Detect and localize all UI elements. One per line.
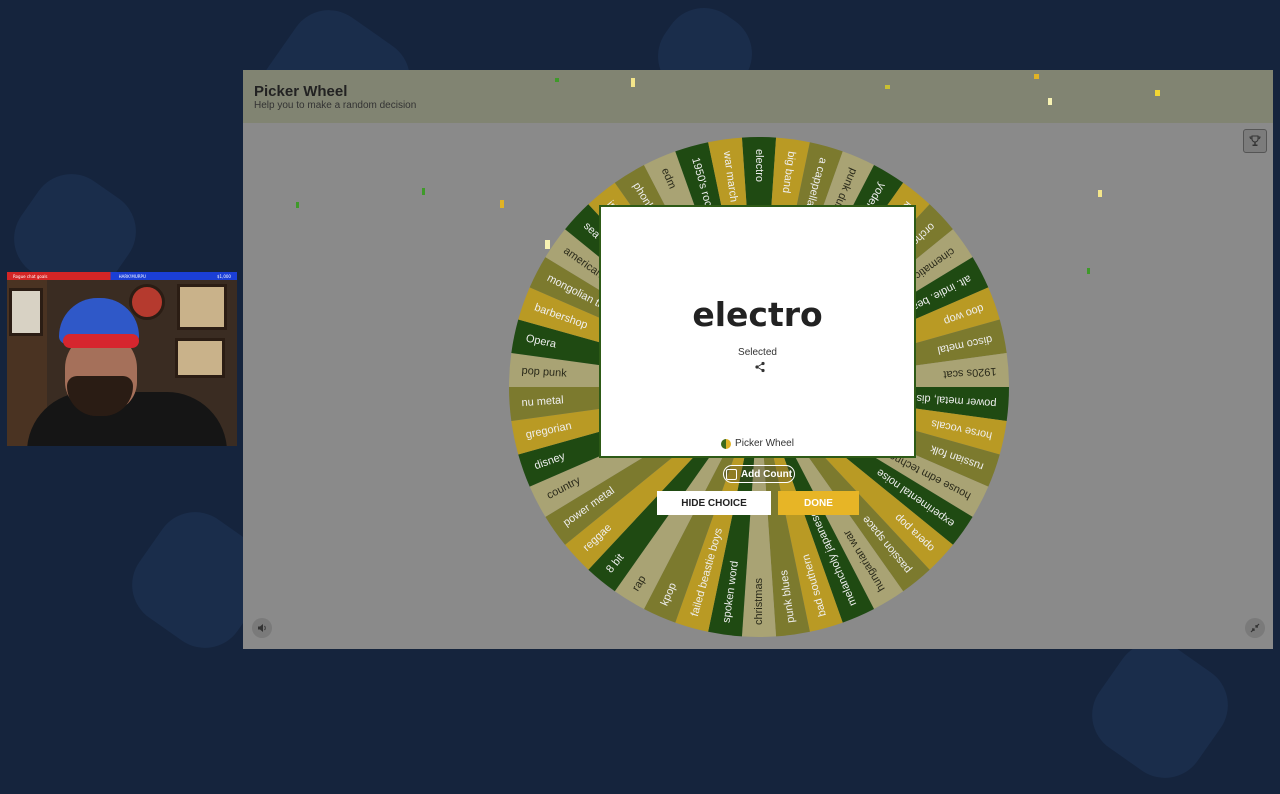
picker-wheel-logo-icon xyxy=(721,438,732,449)
share-icon[interactable] xyxy=(754,361,766,373)
collapse-icon xyxy=(1250,623,1260,633)
wheel-segment-label: christmas xyxy=(753,577,765,625)
brand-name: Picker Wheel xyxy=(735,438,794,449)
goal-name: HARK!MURPU xyxy=(118,273,146,279)
confetti xyxy=(631,78,635,87)
app-subtitle: Help you to make a random decision xyxy=(254,100,417,111)
brand-footer: Picker Wheel xyxy=(601,438,914,449)
confetti xyxy=(545,240,550,249)
add-count-label: Add Count xyxy=(740,468,793,480)
result-value: electro xyxy=(692,295,823,334)
exit-fullscreen-button[interactable] xyxy=(1245,618,1265,638)
app-title: Picker Wheel xyxy=(254,83,348,100)
app-header: Picker Wheel Help you to make a random d… xyxy=(243,70,1273,123)
goal-amount: $1,000 xyxy=(216,273,231,279)
confetti xyxy=(500,200,504,208)
confetti xyxy=(1098,190,1102,197)
add-count-toggle[interactable]: Add Count xyxy=(723,465,795,483)
checkbox-icon[interactable] xyxy=(725,468,737,480)
confetti xyxy=(1034,74,1039,79)
speaker-icon xyxy=(258,624,266,632)
confetti xyxy=(422,188,425,195)
result-status: Selected xyxy=(738,347,777,358)
goal-label: Rogue chat goals xyxy=(13,273,48,279)
webcam-overlay: Rogue chat goals HARK!MURPU $1,000 xyxy=(7,272,237,446)
confetti xyxy=(296,202,299,208)
confetti xyxy=(1155,90,1160,96)
confetti xyxy=(555,78,559,82)
wheel-segment-label: electro xyxy=(753,149,765,182)
trophy-button[interactable] xyxy=(1243,129,1267,153)
background-shape xyxy=(1076,626,1244,794)
webcam-goal-bar: Rogue chat goals HARK!MURPU $1,000 xyxy=(7,272,237,280)
confetti xyxy=(1087,268,1090,274)
result-popup: electro Selected Picker Wheel xyxy=(599,205,916,458)
done-button[interactable]: DONE xyxy=(778,491,859,515)
hide-choice-button[interactable]: HIDE CHOICE xyxy=(657,491,771,515)
sound-button[interactable] xyxy=(252,618,272,638)
confetti xyxy=(1048,98,1052,105)
trophy-icon xyxy=(1249,135,1261,146)
confetti xyxy=(885,85,890,89)
